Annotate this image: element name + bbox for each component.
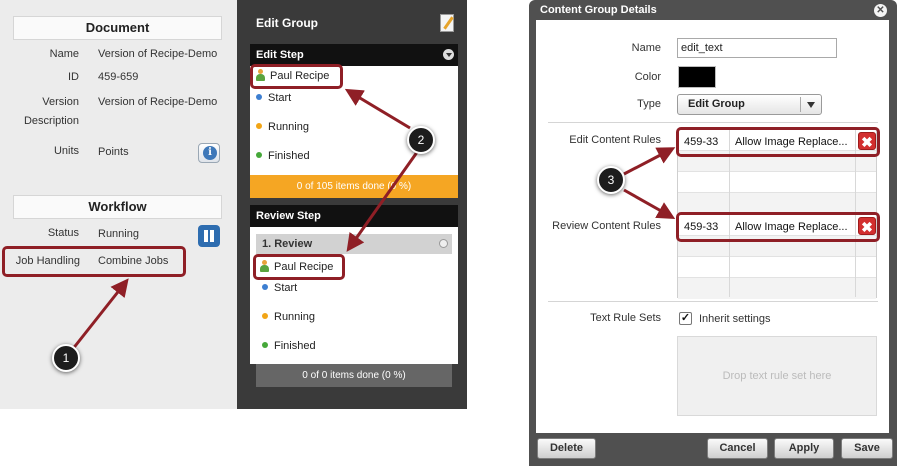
edit-step-progress: 0 of 105 items done (0 %) <box>250 175 458 198</box>
name-value: Version of Recipe-Demo <box>98 48 218 60</box>
workflow-section-header: Workflow <box>13 195 222 219</box>
review-step-progress: 0 of 0 items done (0 %) <box>256 364 452 387</box>
callout-3: 3 <box>597 166 625 194</box>
green-dot-icon <box>256 152 262 158</box>
review-substep-header[interactable]: 1. Review <box>256 234 452 254</box>
id-value: 459-659 <box>98 71 139 83</box>
highlight-edit-step-user <box>250 64 343 89</box>
edit-group-title: Edit Group <box>256 16 318 30</box>
chevron-down-icon[interactable] <box>443 49 454 60</box>
review-step-header[interactable]: Review Step <box>250 205 458 227</box>
delete-button[interactable]: Delete <box>537 438 596 459</box>
separator <box>548 122 878 123</box>
close-icon[interactable]: ✕ <box>874 4 887 17</box>
review-step-status-finished: Finished <box>262 339 316 353</box>
edit-step-status-finished: Finished <box>256 149 310 163</box>
edit-document-icon[interactable] <box>440 14 454 32</box>
edit-step-status-start: Start <box>256 91 291 105</box>
units-value: Points <box>98 146 129 158</box>
inherit-settings-label: Inherit settings <box>699 313 771 325</box>
units-label: Units <box>53 145 79 157</box>
review-step-status-running: Running <box>262 310 315 324</box>
blue-dot-icon <box>262 284 268 290</box>
edit-step-header[interactable]: Edit Step <box>250 44 458 66</box>
text-rule-sets-label: Text Rule Sets <box>590 312 661 324</box>
type-select[interactable]: Edit Group <box>677 94 822 115</box>
info-button[interactable]: i <box>198 143 220 163</box>
version-description-value: Version of Recipe-Demo <box>98 96 218 108</box>
chevron-down-icon[interactable] <box>439 239 448 248</box>
chevron-down-icon <box>807 102 815 108</box>
callout-2: 2 <box>407 126 435 154</box>
apply-button[interactable]: Apply <box>774 438 834 459</box>
type-field-label: Type <box>637 98 661 110</box>
text-rule-drop-zone[interactable]: Drop text rule set here <box>677 336 877 416</box>
save-button[interactable]: Save <box>841 438 893 459</box>
green-dot-icon <box>262 342 268 348</box>
inherit-settings-checkbox[interactable]: ✓ <box>679 312 692 325</box>
pause-button[interactable] <box>198 225 220 247</box>
cancel-button[interactable]: Cancel <box>707 438 768 459</box>
blue-dot-icon <box>256 94 262 100</box>
separator <box>548 301 878 302</box>
color-picker[interactable] <box>678 66 716 88</box>
status-value: Running <box>98 228 139 240</box>
highlight-review-rule <box>676 212 880 242</box>
document-properties-panel: Document Name Version of Recipe-Demo ID … <box>0 0 237 409</box>
name-input[interactable]: edit_text <box>677 38 837 58</box>
edit-step-status-running: Running <box>256 120 309 134</box>
review-rules-label: Review Content Rules <box>552 220 661 232</box>
review-step-status-start: Start <box>262 281 297 295</box>
description-label: Description <box>23 115 79 127</box>
orange-dot-icon <box>262 313 268 319</box>
pause-icon <box>204 230 208 242</box>
version-label: Version <box>42 96 79 108</box>
document-section-header: Document <box>13 16 222 40</box>
id-label: ID <box>68 71 79 83</box>
callout-1: 1 <box>52 344 80 372</box>
status-label: Status <box>47 227 79 239</box>
orange-dot-icon <box>256 123 262 129</box>
highlight-job-handling <box>2 246 186 277</box>
highlight-review-step-user <box>253 254 345 280</box>
info-icon: i <box>203 146 217 160</box>
edit-rules-label: Edit Content Rules <box>569 134 661 146</box>
dialog-title: Content Group Details <box>540 4 657 16</box>
highlight-edit-rule <box>676 127 880 157</box>
name-field-label: Name <box>631 42 661 54</box>
color-field-label: Color <box>634 71 661 83</box>
name-label: Name <box>49 48 79 60</box>
edit-step-title: Edit Step <box>256 49 304 61</box>
